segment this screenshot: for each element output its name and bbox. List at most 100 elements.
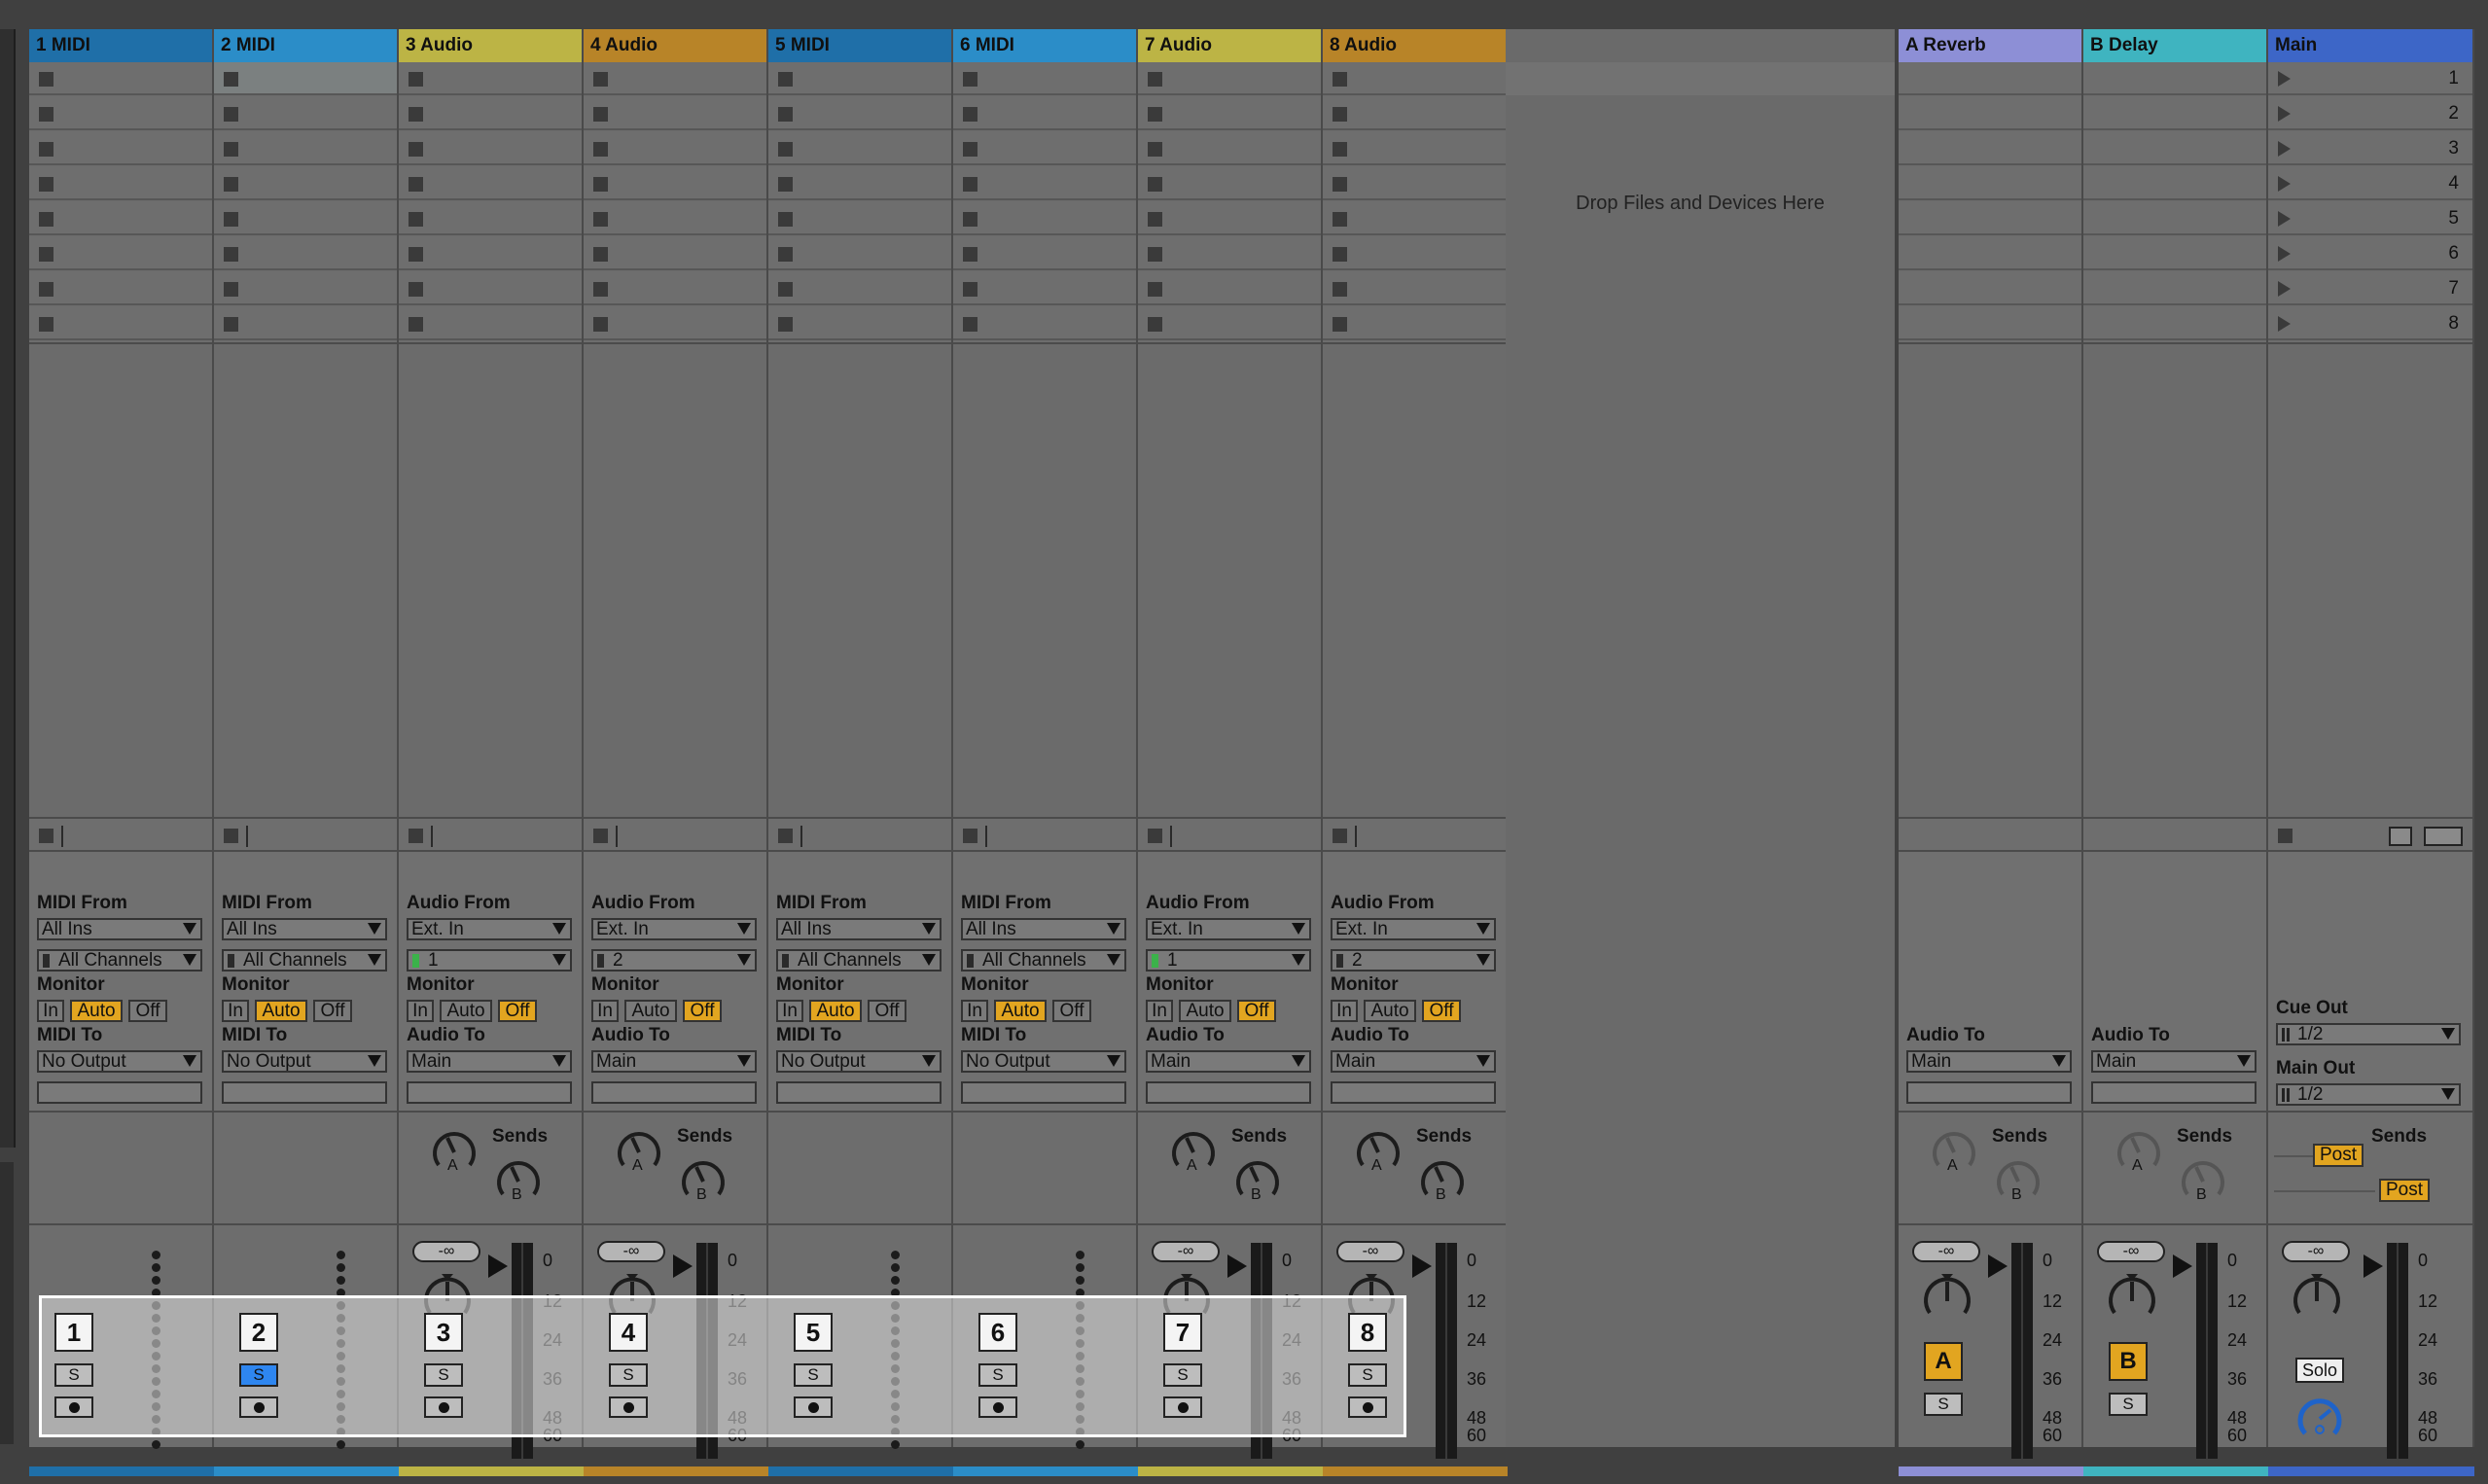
clip-stop-button[interactable] [39, 212, 53, 227]
volume-fader-handle[interactable] [2364, 1254, 2383, 1278]
clip-slot[interactable] [1138, 237, 1321, 270]
output-channel-field[interactable] [37, 1081, 202, 1104]
volume-readout[interactable]: -∞ [412, 1241, 480, 1262]
arm-button[interactable] [978, 1396, 1017, 1418]
monitor-in-button[interactable]: In [37, 1000, 64, 1022]
output-type-dropdown[interactable]: No Output [222, 1050, 387, 1073]
monitor-off-button[interactable]: Off [1052, 1000, 1091, 1022]
solo-button[interactable]: S [1924, 1393, 1963, 1416]
clip-slot[interactable] [1323, 307, 1506, 340]
clip-slot[interactable] [399, 272, 582, 305]
clip-stop-button[interactable] [963, 212, 977, 227]
input-channel-dropdown[interactable]: All Channels [37, 949, 202, 972]
clip-stop-button[interactable] [593, 142, 608, 157]
output-channel-field[interactable] [1906, 1081, 2072, 1104]
clip-stop-button[interactable] [1333, 247, 1347, 262]
clip-slot[interactable] [399, 307, 582, 340]
clip-stop-button[interactable] [963, 317, 977, 332]
input-channel-dropdown[interactable]: 2 [1331, 949, 1496, 972]
clip-stop-button[interactable] [778, 177, 793, 192]
clip-slot[interactable] [768, 97, 951, 130]
clip-stop-button[interactable] [778, 72, 793, 87]
scene-view-icon[interactable] [2424, 827, 2463, 846]
solo-button[interactable]: S [609, 1363, 648, 1387]
output-channel-field[interactable] [222, 1081, 387, 1104]
clip-stop-button[interactable] [39, 247, 53, 262]
clip-stop-button[interactable] [1148, 212, 1162, 227]
monitor-off-button[interactable]: Off [313, 1000, 352, 1022]
track-activator-button[interactable]: 5 [794, 1313, 833, 1352]
send-a-knob[interactable]: A [428, 1126, 480, 1184]
clip-stop-button[interactable] [778, 107, 793, 122]
clip-stop-button[interactable] [224, 317, 238, 332]
scene-launch-icon[interactable] [2278, 141, 2291, 157]
clip-stop-button[interactable] [1333, 142, 1347, 157]
monitor-off-button[interactable]: Off [683, 1000, 722, 1022]
arm-button[interactable] [794, 1396, 833, 1418]
track-header[interactable]: 5 MIDI [768, 29, 951, 62]
input-type-dropdown[interactable]: All Ins [222, 918, 387, 940]
clip-slot[interactable] [29, 132, 212, 165]
track-header[interactable]: 2 MIDI [214, 29, 397, 62]
clip-slot[interactable] [399, 202, 582, 235]
volume-fader-handle[interactable] [673, 1254, 693, 1278]
arm-button[interactable] [1163, 1396, 1202, 1418]
clip-slot[interactable] [399, 62, 582, 95]
output-type-dropdown[interactable]: No Output [961, 1050, 1126, 1073]
monitor-in-button[interactable]: In [776, 1000, 803, 1022]
clip-slot[interactable] [29, 202, 212, 235]
monitor-off-button[interactable]: Off [868, 1000, 906, 1022]
input-channel-dropdown[interactable]: All Channels [776, 949, 942, 972]
clip-slot[interactable] [214, 62, 397, 95]
clip-stop-button[interactable] [593, 247, 608, 262]
clip-stop-button[interactable] [778, 282, 793, 297]
clip-stop-button[interactable] [1148, 177, 1162, 192]
input-channel-dropdown[interactable]: 1 [1146, 949, 1311, 972]
clip-slot[interactable] [953, 62, 1136, 95]
solo-button[interactable]: S [239, 1363, 278, 1387]
stop-all-clips-button[interactable] [224, 829, 238, 843]
monitor-in-button[interactable]: In [222, 1000, 249, 1022]
monitor-auto-button[interactable]: Auto [1364, 1000, 1416, 1022]
stop-all-clips-button[interactable] [593, 829, 608, 843]
send-b-knob[interactable]: B [1416, 1155, 1469, 1214]
scene-slot[interactable]: 6 [2268, 237, 2472, 270]
track-activator-button[interactable]: 2 [239, 1313, 278, 1352]
stop-all-clips-button[interactable] [409, 829, 423, 843]
output-channel-field[interactable] [2091, 1081, 2257, 1104]
volume-meter[interactable] [2196, 1243, 2218, 1459]
solo-button[interactable]: S [794, 1363, 833, 1387]
clip-stop-button[interactable] [1148, 282, 1162, 297]
send-b-knob[interactable]: B [677, 1155, 729, 1214]
monitor-off-button[interactable]: Off [128, 1000, 167, 1022]
monitor-in-button[interactable]: In [591, 1000, 619, 1022]
clip-slot[interactable] [214, 307, 397, 340]
arm-button[interactable] [54, 1396, 93, 1418]
clip-stop-button[interactable] [963, 282, 977, 297]
output-type-dropdown[interactable]: Main [2091, 1050, 2257, 1073]
volume-readout[interactable]: -∞ [2097, 1241, 2165, 1262]
clip-stop-button[interactable] [409, 72, 423, 87]
track-header[interactable]: 8 Audio [1323, 29, 1506, 62]
empty-clip-area[interactable] [953, 342, 1136, 819]
track-activator-button[interactable]: 1 [54, 1313, 93, 1352]
clip-stop-button[interactable] [39, 72, 53, 87]
clip-stop-button[interactable] [963, 107, 977, 122]
clip-slot[interactable] [1138, 132, 1321, 165]
clip-slot[interactable] [584, 202, 766, 235]
clip-slot[interactable] [768, 237, 951, 270]
monitor-auto-button[interactable]: Auto [1179, 1000, 1231, 1022]
clip-stop-button[interactable] [1333, 282, 1347, 297]
input-type-dropdown[interactable]: Ext. In [1146, 918, 1311, 940]
clip-stop-button[interactable] [593, 317, 608, 332]
clip-slot[interactable] [953, 132, 1136, 165]
monitor-off-button[interactable]: Off [1237, 1000, 1276, 1022]
clip-slot[interactable] [768, 272, 951, 305]
clip-stop-button[interactable] [593, 212, 608, 227]
scene-launch-icon[interactable] [2278, 281, 2291, 297]
clip-slot[interactable] [399, 237, 582, 270]
clip-slot[interactable] [1323, 272, 1506, 305]
stop-all-clips-button[interactable] [778, 829, 793, 843]
clip-stop-button[interactable] [1148, 247, 1162, 262]
clip-slot[interactable] [29, 167, 212, 200]
